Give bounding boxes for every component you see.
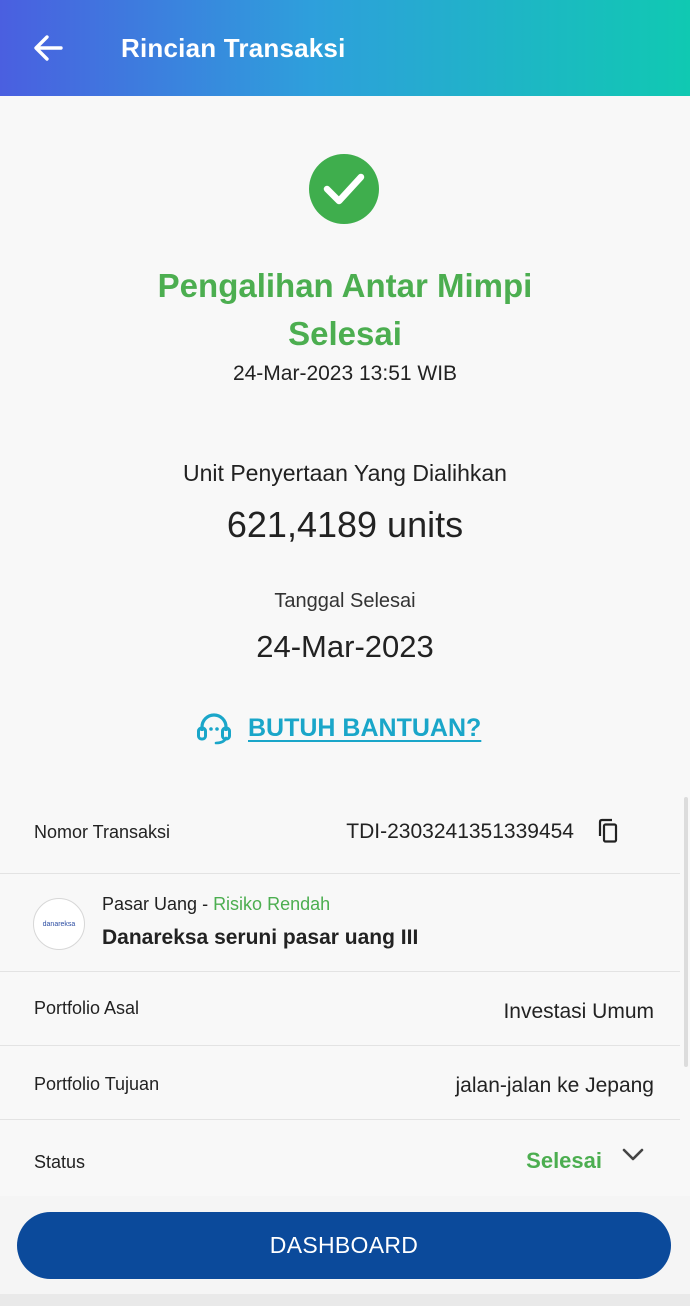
dashboard-button[interactable]: DASHBOARD [17, 1212, 671, 1279]
fund-meta: Pasar Uang - Risiko Rendah [102, 894, 331, 914]
transaction-detail-content: Pengalihan Antar Mimpi Selesai 24-Mar-20… [0, 96, 690, 1206]
nav-bar-strip [0, 1294, 690, 1306]
help-label: BUTUH BANTUAN? [248, 713, 482, 742]
back-button[interactable] [30, 28, 66, 68]
target-portfolio-row: Portfolio Tujuan jalan-jalan ke Jepang [0, 1046, 680, 1120]
transaction-number-value: TDI-2303241351339454 [346, 820, 574, 843]
target-portfolio-label: Portfolio Tujuan [34, 1074, 160, 1094]
transaction-datetime: 24-Mar-2023 13:51 WIB [232, 362, 458, 385]
target-portfolio-value: jalan-jalan ke Jepang [455, 1074, 654, 1097]
units-label: Unit Penyertaan Yang Dialihkan [183, 460, 507, 486]
headset-icon [197, 713, 231, 745]
fund-category: Pasar Uang [102, 894, 198, 914]
help-link[interactable]: BUTUH BANTUAN? [196, 708, 481, 748]
page-title: Rincian Transaksi [121, 33, 346, 63]
copy-button[interactable] [596, 818, 624, 848]
transaction-number-row: Nomor Transaksi TDI-2303241351339454 [0, 796, 680, 874]
origin-portfolio-row: Portfolio Asal Investasi Umum [0, 972, 680, 1046]
fund-name: Danareksa seruni pasar uang III [102, 926, 419, 949]
fund-row[interactable]: danareksa Pasar Uang - Risiko Rendah Dan… [0, 874, 680, 972]
scrollbar[interactable] [684, 797, 688, 1067]
status-title-line1: Pengalihan Antar Mimpi [157, 267, 533, 304]
arrow-left-icon [34, 35, 63, 61]
fund-logo: danareksa [33, 898, 85, 950]
check-circle-icon [309, 154, 379, 224]
fund-risk-badge: Risiko Rendah [213, 894, 331, 914]
chevron-down-icon[interactable] [622, 1148, 644, 1162]
origin-portfolio-value: Investasi Umum [503, 1000, 654, 1023]
completion-date-value: 24-Mar-2023 [256, 629, 434, 664]
copy-icon [598, 818, 618, 843]
app-bar: Rincian Transaksi [0, 0, 690, 96]
transaction-number-label: Nomor Transaksi [34, 822, 171, 842]
status-label: Status [34, 1152, 86, 1172]
status-title-line2: Selesai [288, 315, 402, 352]
origin-portfolio-label: Portfolio Asal [34, 998, 140, 1018]
status-row[interactable]: Status Selesai [0, 1120, 680, 1206]
units-value: 621,4189 units [226, 504, 464, 545]
status-value: Selesai [526, 1148, 602, 1173]
completion-date-label: Tanggal Selesai [274, 590, 416, 612]
